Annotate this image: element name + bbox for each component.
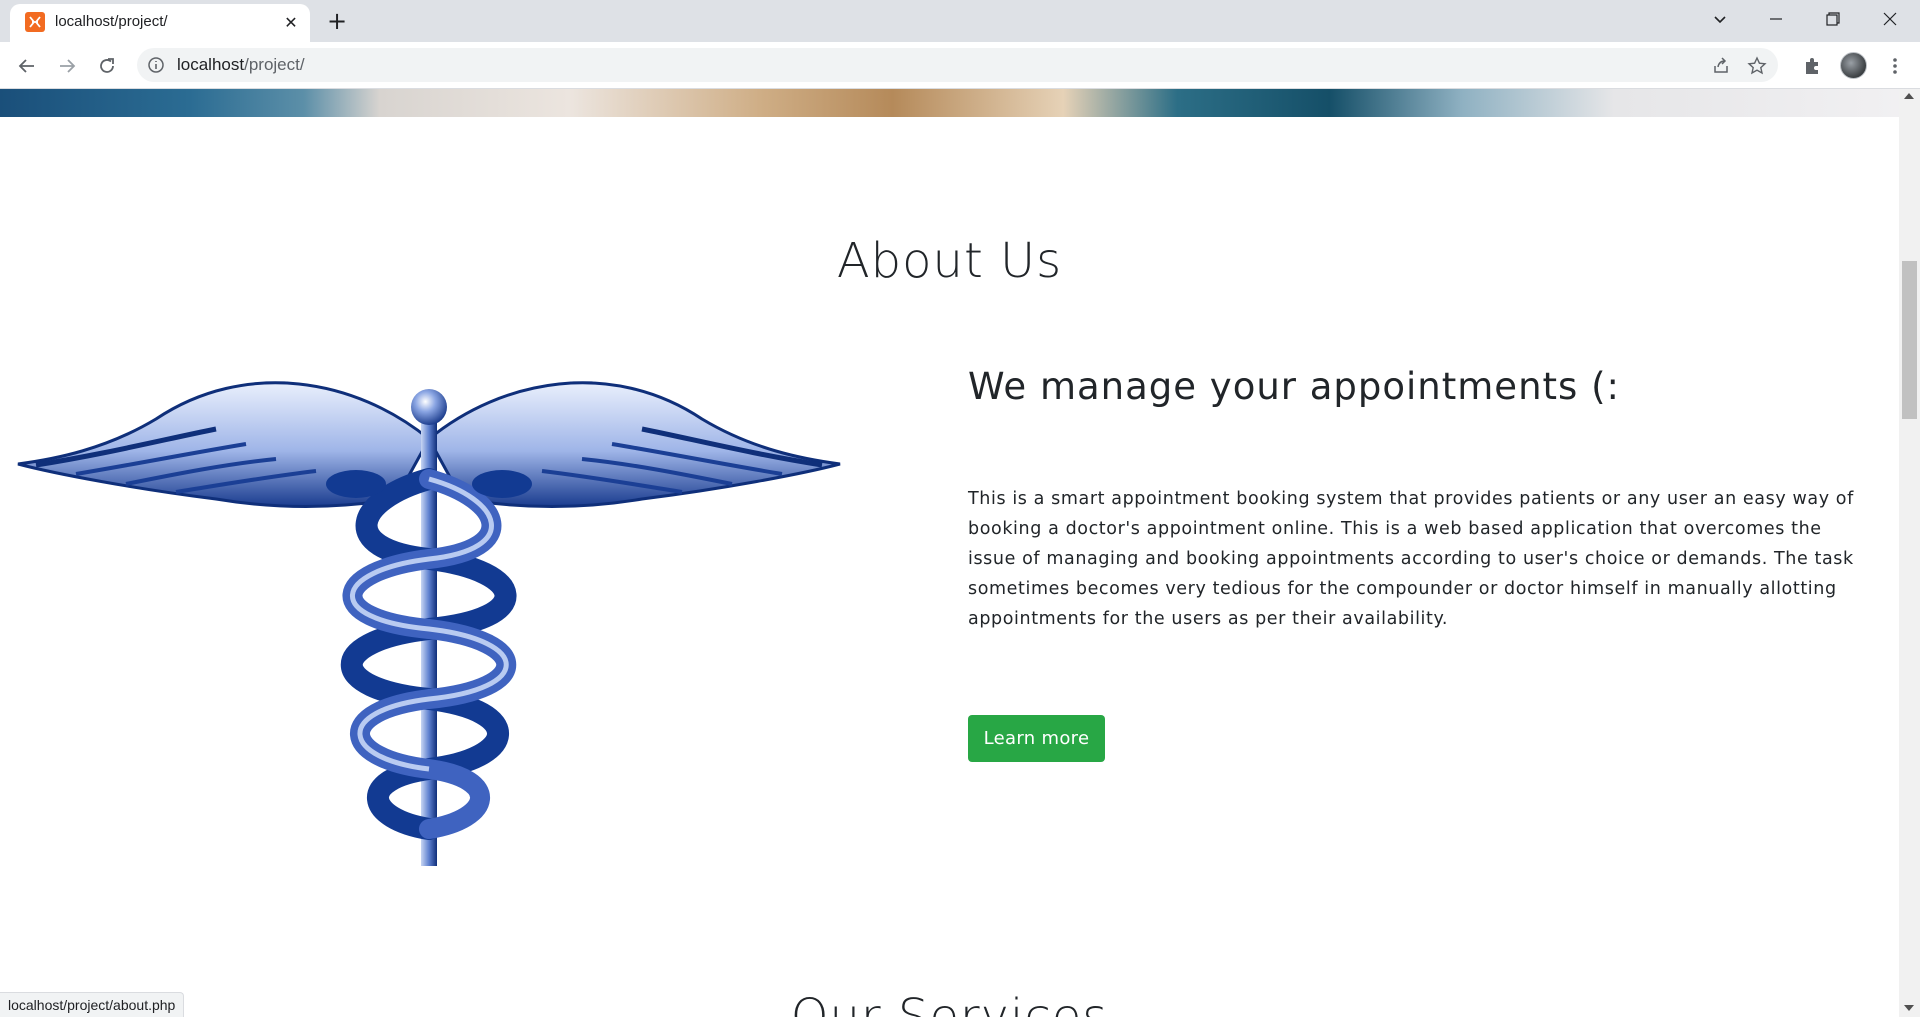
- url-text[interactable]: localhost/project/: [177, 55, 305, 75]
- xampp-icon: [25, 12, 45, 32]
- hero-image: [0, 89, 1899, 117]
- url-path: /project/: [244, 55, 305, 74]
- reload-button[interactable]: [91, 50, 123, 82]
- profile-avatar[interactable]: [1840, 52, 1867, 79]
- status-bubble: localhost/project/about.php: [0, 992, 185, 1017]
- url-host: localhost: [177, 55, 245, 74]
- back-button[interactable]: [11, 50, 43, 82]
- about-title: About Us: [836, 233, 1063, 289]
- tab-strip: localhost/project/ ✕ +: [0, 0, 1920, 42]
- browser-tab[interactable]: localhost/project/ ✕: [10, 4, 310, 42]
- about-subtitle: We manage your appointments (:: [968, 365, 1620, 408]
- about-description: This is a smart appointment booking syst…: [968, 489, 1854, 629]
- extensions-icon[interactable]: [1801, 55, 1823, 77]
- address-bar[interactable]: localhost/project/: [137, 48, 1778, 82]
- caduceus-icon: [17, 381, 841, 866]
- info-icon[interactable]: [147, 56, 165, 74]
- close-window-button[interactable]: [1862, 0, 1918, 38]
- share-icon[interactable]: [1711, 56, 1731, 76]
- scroll-down-arrow-icon[interactable]: [1904, 1005, 1914, 1011]
- new-tab-button[interactable]: +: [322, 6, 352, 36]
- page-scrollbar[interactable]: [1899, 89, 1920, 1017]
- bookmark-star-icon[interactable]: [1747, 56, 1767, 76]
- browser-toolbar: localhost/project/: [0, 42, 1920, 89]
- learn-more-button[interactable]: Learn more: [968, 715, 1105, 762]
- scroll-thumb[interactable]: [1902, 261, 1917, 419]
- forward-button[interactable]: [51, 50, 83, 82]
- tab-search-icon[interactable]: [1692, 0, 1748, 38]
- close-tab-icon[interactable]: ✕: [280, 11, 302, 33]
- minimize-button[interactable]: [1748, 0, 1804, 38]
- restore-button[interactable]: [1805, 0, 1861, 38]
- services-title: Our Services: [790, 989, 1109, 1017]
- menu-kebab-icon[interactable]: [1884, 55, 1906, 77]
- page-viewport: About Us We manage your appointments (: …: [0, 89, 1899, 1017]
- tab-title: localhost/project/: [55, 13, 168, 30]
- scroll-up-arrow-icon[interactable]: [1904, 93, 1914, 99]
